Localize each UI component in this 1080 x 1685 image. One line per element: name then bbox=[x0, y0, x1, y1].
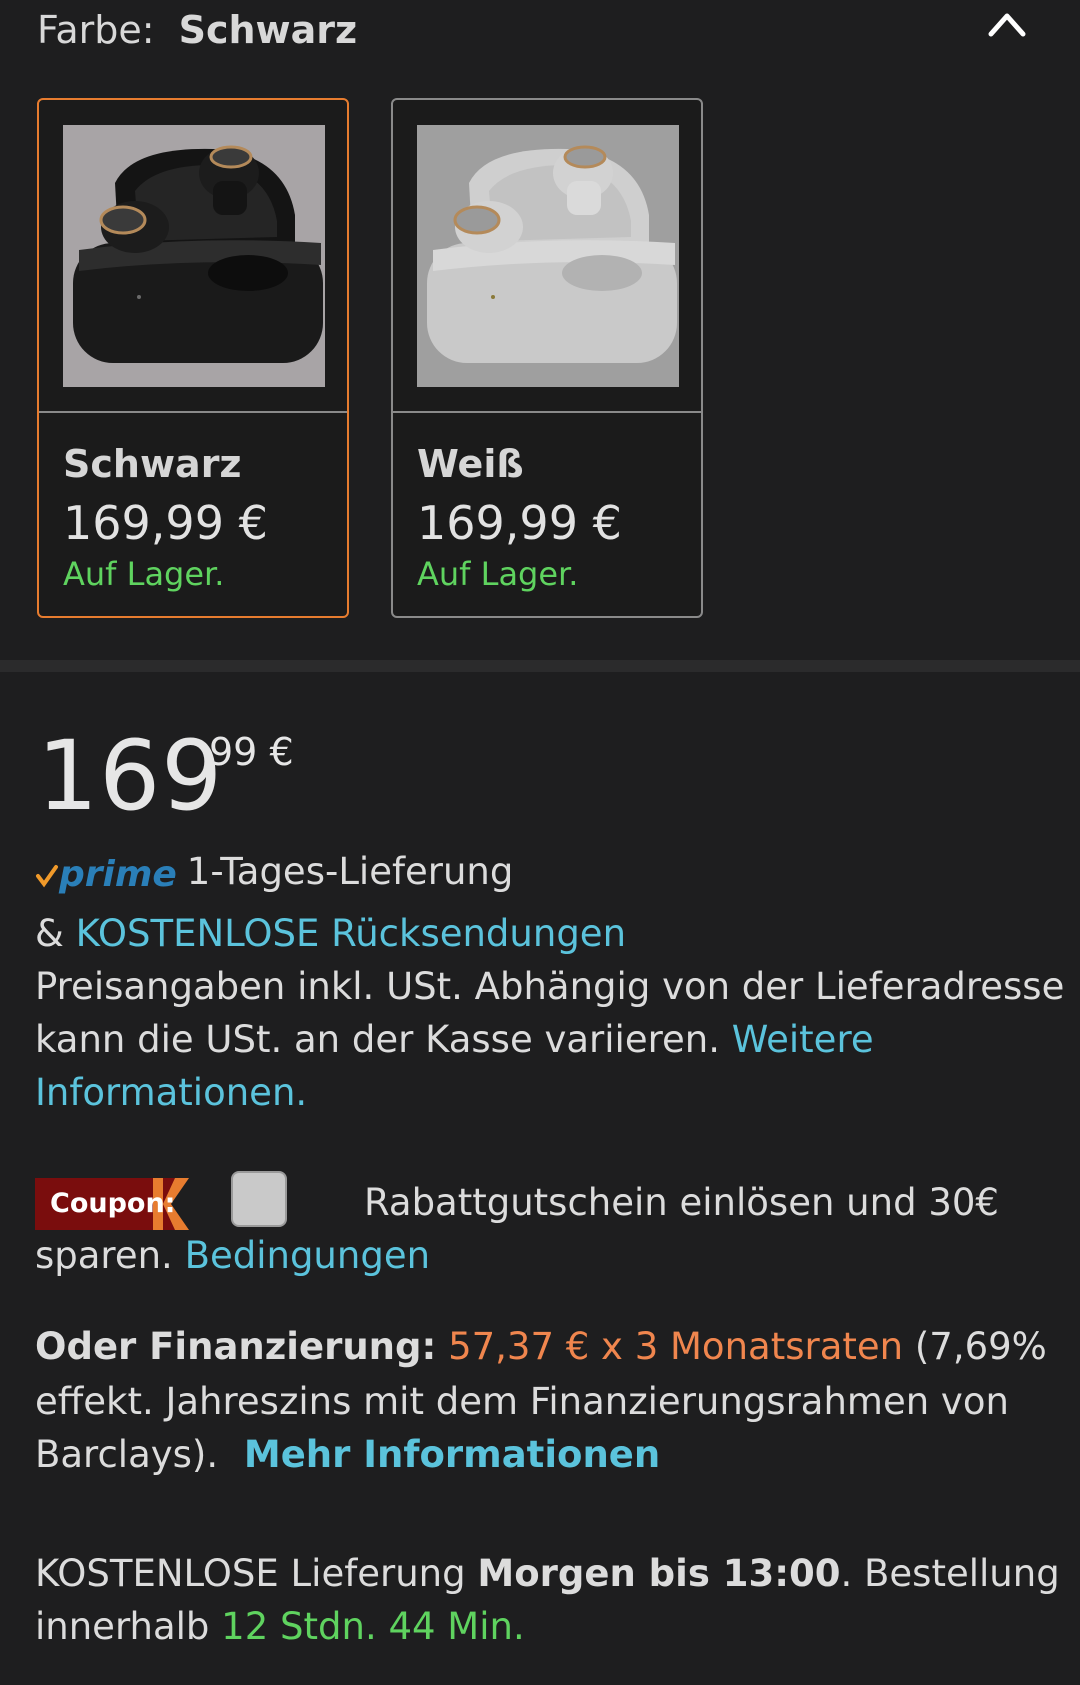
returns-prefix: & bbox=[35, 912, 64, 955]
financing-bank: Barclays). bbox=[35, 1433, 219, 1476]
delivery-within: innerhalb bbox=[35, 1605, 210, 1648]
color-option-stock: Auf Lager. bbox=[63, 555, 225, 593]
coupon-terms-link[interactable]: Bedingungen bbox=[185, 1234, 430, 1277]
coupon-text: Rabattgutschein einlösen und 30€ bbox=[364, 1181, 999, 1224]
prime-delivery-line: prime 1-Tages-Lieferung bbox=[35, 850, 513, 895]
color-option-price: 169,99 € bbox=[63, 496, 268, 550]
product-image-white bbox=[417, 125, 679, 387]
tax-note-line1: Preisangaben inkl. USt. Abhängig von der… bbox=[35, 965, 1065, 1008]
coupon-badge-label: Coupon: bbox=[50, 1188, 176, 1219]
color-option-schwarz[interactable]: Schwarz 169,99 € Auf Lager. bbox=[37, 98, 349, 618]
returns-line: & KOSTENLOSE Rücksendungen bbox=[35, 912, 626, 955]
more-info-link-cont[interactable]: Informationen. bbox=[35, 1071, 307, 1114]
delivery-date: Morgen bis 13:00 bbox=[477, 1552, 841, 1595]
financing-line2: effekt. Jahreszins mit dem Finanzierungs… bbox=[35, 1380, 1009, 1423]
prime-logo-text: prime bbox=[59, 854, 177, 895]
financing-more-link[interactable]: Mehr Informationen bbox=[244, 1433, 660, 1476]
delivery-line1: KOSTENLOSE Lieferung Morgen bis 13:00. B… bbox=[35, 1552, 1060, 1595]
chevron-up-icon[interactable] bbox=[985, 6, 1029, 42]
swatch-divider bbox=[393, 411, 701, 413]
delivery-countdown: 12 Stdn. 44 Min. bbox=[221, 1605, 525, 1648]
delivery-line2: innerhalb 12 Stdn. 44 Min. bbox=[35, 1605, 525, 1648]
financing-apr: (7,69% bbox=[914, 1325, 1047, 1368]
color-option-name: Weiß bbox=[417, 442, 524, 486]
swatch-divider bbox=[39, 411, 347, 413]
price-fraction: 99 € bbox=[209, 730, 294, 774]
product-price: 169 99 € bbox=[37, 720, 294, 832]
free-returns-link[interactable]: KOSTENLOSE Rücksendungen bbox=[76, 912, 626, 955]
price-whole: 169 bbox=[37, 720, 224, 832]
prime-check-icon bbox=[36, 864, 58, 887]
product-image-black bbox=[63, 125, 325, 387]
coupon-text-line2: sparen. Bedingungen bbox=[35, 1234, 430, 1277]
delivery-suffix: . Bestellung bbox=[840, 1552, 1060, 1595]
color-option-weiss[interactable]: Weiß 169,99 € Auf Lager. bbox=[391, 98, 703, 618]
delivery-prefix: KOSTENLOSE Lieferung bbox=[35, 1552, 466, 1595]
financing-line1: Oder Finanzierung: 57,37 € x 3 Monatsrat… bbox=[35, 1325, 1047, 1368]
color-option-stock: Auf Lager. bbox=[417, 555, 579, 593]
color-option-price: 169,99 € bbox=[417, 496, 622, 550]
financing-line3: Barclays). Mehr Informationen bbox=[35, 1433, 660, 1476]
financing-label: Oder Finanzierung: bbox=[35, 1325, 437, 1368]
tax-note-text: kann die USt. an der Kasse variieren. bbox=[35, 1018, 720, 1061]
tax-note-line2: kann die USt. an der Kasse variieren. We… bbox=[35, 1018, 874, 1061]
financing-rate: 57,37 € x 3 Monatsraten bbox=[448, 1325, 904, 1368]
section-separator bbox=[0, 660, 1080, 672]
prime-delivery-text: 1-Tages-Lieferung bbox=[186, 850, 514, 893]
color-option-name: Schwarz bbox=[63, 442, 242, 486]
coupon-checkbox[interactable] bbox=[231, 1171, 287, 1227]
coupon-text-end: sparen. bbox=[35, 1234, 173, 1277]
more-info-link[interactable]: Weitere bbox=[732, 1018, 874, 1061]
prime-logo: prime bbox=[35, 852, 177, 895]
color-selector-section: Farbe: Schwarz Schwarz 169,99 € Auf Lage… bbox=[0, 0, 1080, 660]
price-cents: 99 bbox=[209, 730, 258, 774]
price-currency: € bbox=[269, 730, 294, 774]
color-label: Farbe: Schwarz bbox=[37, 8, 357, 52]
color-label-text: Farbe: bbox=[37, 8, 155, 52]
selected-color: Schwarz bbox=[178, 8, 358, 52]
